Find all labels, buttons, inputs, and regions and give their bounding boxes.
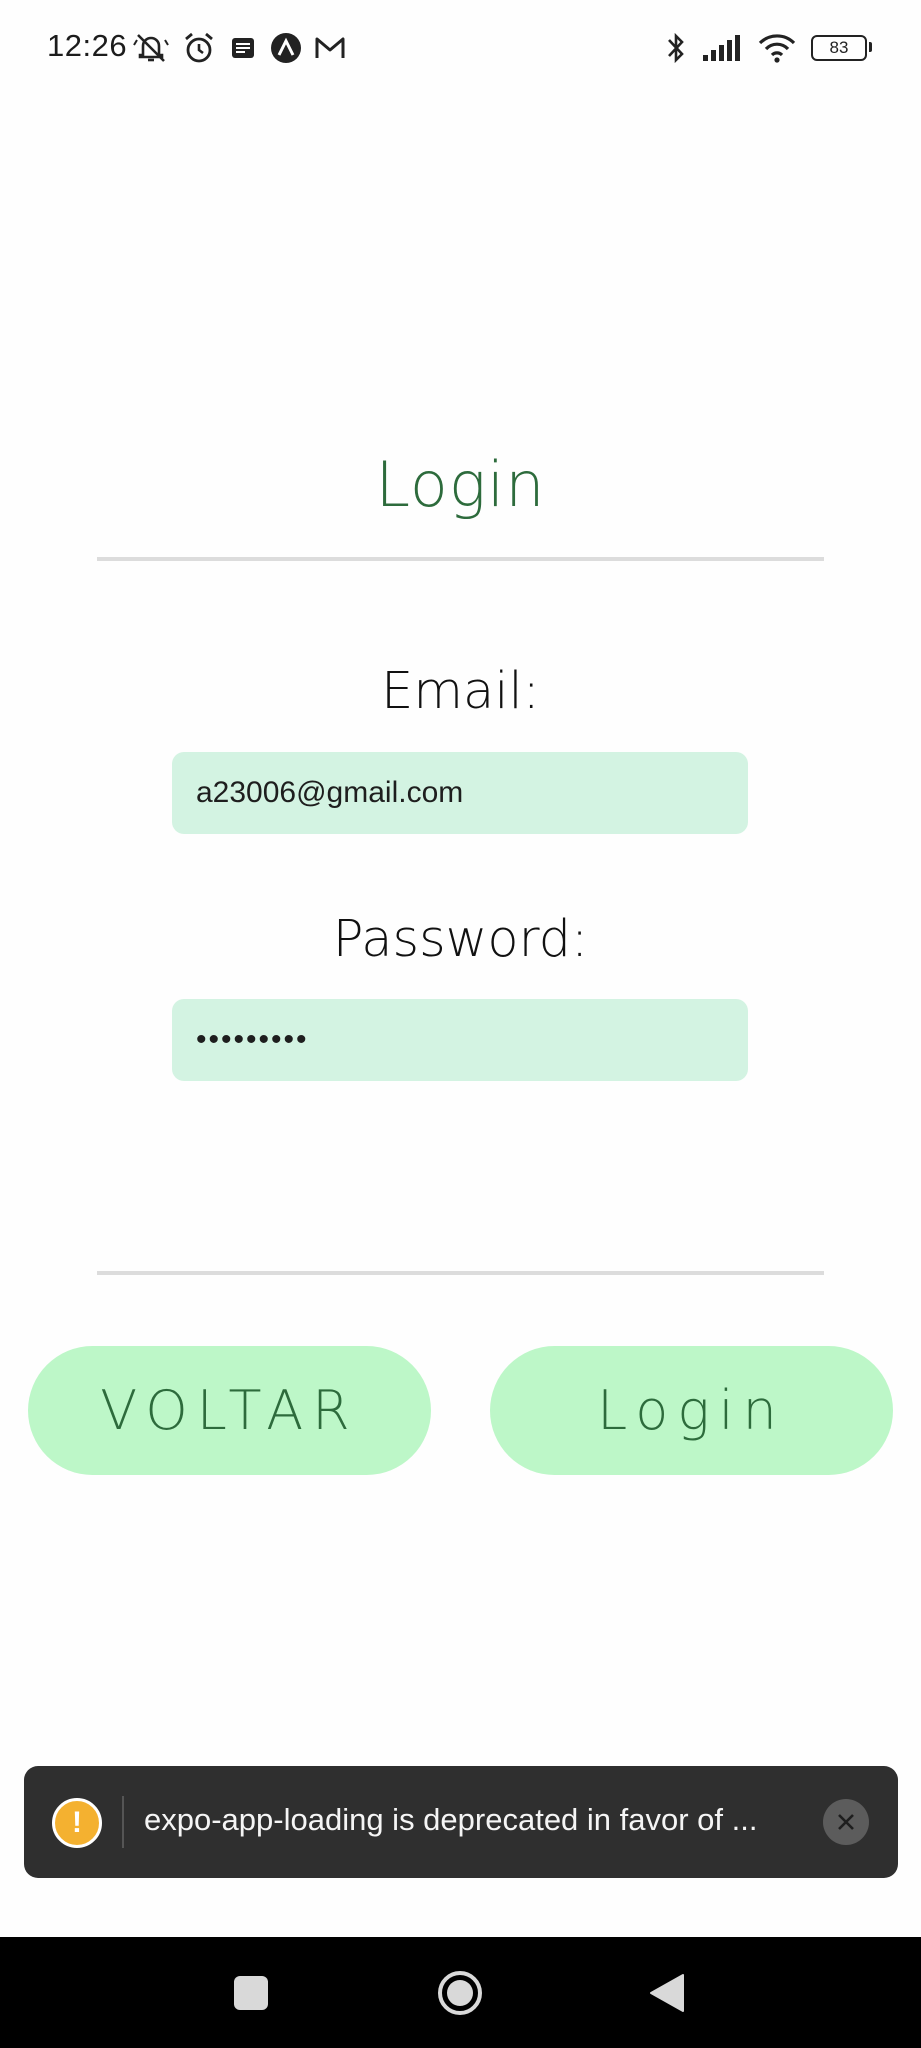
bluetooth-icon (665, 31, 687, 65)
password-field[interactable] (172, 999, 748, 1081)
system-icons: 83 (665, 28, 872, 68)
back-nav-button[interactable] (612, 1937, 722, 2048)
back-icon (650, 1973, 684, 2012)
back-button[interactable]: VOLTAR (28, 1346, 431, 1475)
page-title: Login (375, 448, 546, 521)
bottom-divider (97, 1271, 824, 1275)
home-icon (438, 1970, 482, 2015)
gmail-icon (314, 34, 346, 62)
toast-separator (122, 1796, 124, 1848)
status-time: 12:26 (47, 28, 128, 63)
close-toast-button[interactable] (823, 1799, 869, 1845)
recent-apps-icon (234, 1975, 268, 2010)
warning-toast[interactable]: ! expo-app-loading is deprecated in favo… (24, 1766, 898, 1878)
password-label: Password: (332, 910, 589, 969)
toast-message: expo-app-loading is deprecated in favor … (144, 1802, 758, 1837)
home-button[interactable] (405, 1937, 515, 2048)
bell-off-icon (132, 31, 170, 65)
top-divider (97, 557, 824, 561)
login-button[interactable]: Login (490, 1346, 893, 1475)
wifi-icon (757, 32, 797, 64)
email-field[interactable] (172, 752, 748, 834)
recent-apps-button[interactable] (196, 1937, 306, 2048)
close-icon (838, 1814, 854, 1830)
warning-icon: ! (52, 1798, 102, 1848)
alarm-icon (182, 31, 216, 65)
app-a-icon (270, 32, 302, 64)
navigation-bar (0, 1937, 921, 2048)
status-bar: 12:26 83 (0, 0, 921, 96)
notes-icon (228, 33, 258, 63)
email-label: Email: (381, 662, 540, 721)
notification-icons (132, 28, 346, 68)
signal-icon (701, 33, 743, 63)
battery-icon: 83 (811, 35, 872, 61)
